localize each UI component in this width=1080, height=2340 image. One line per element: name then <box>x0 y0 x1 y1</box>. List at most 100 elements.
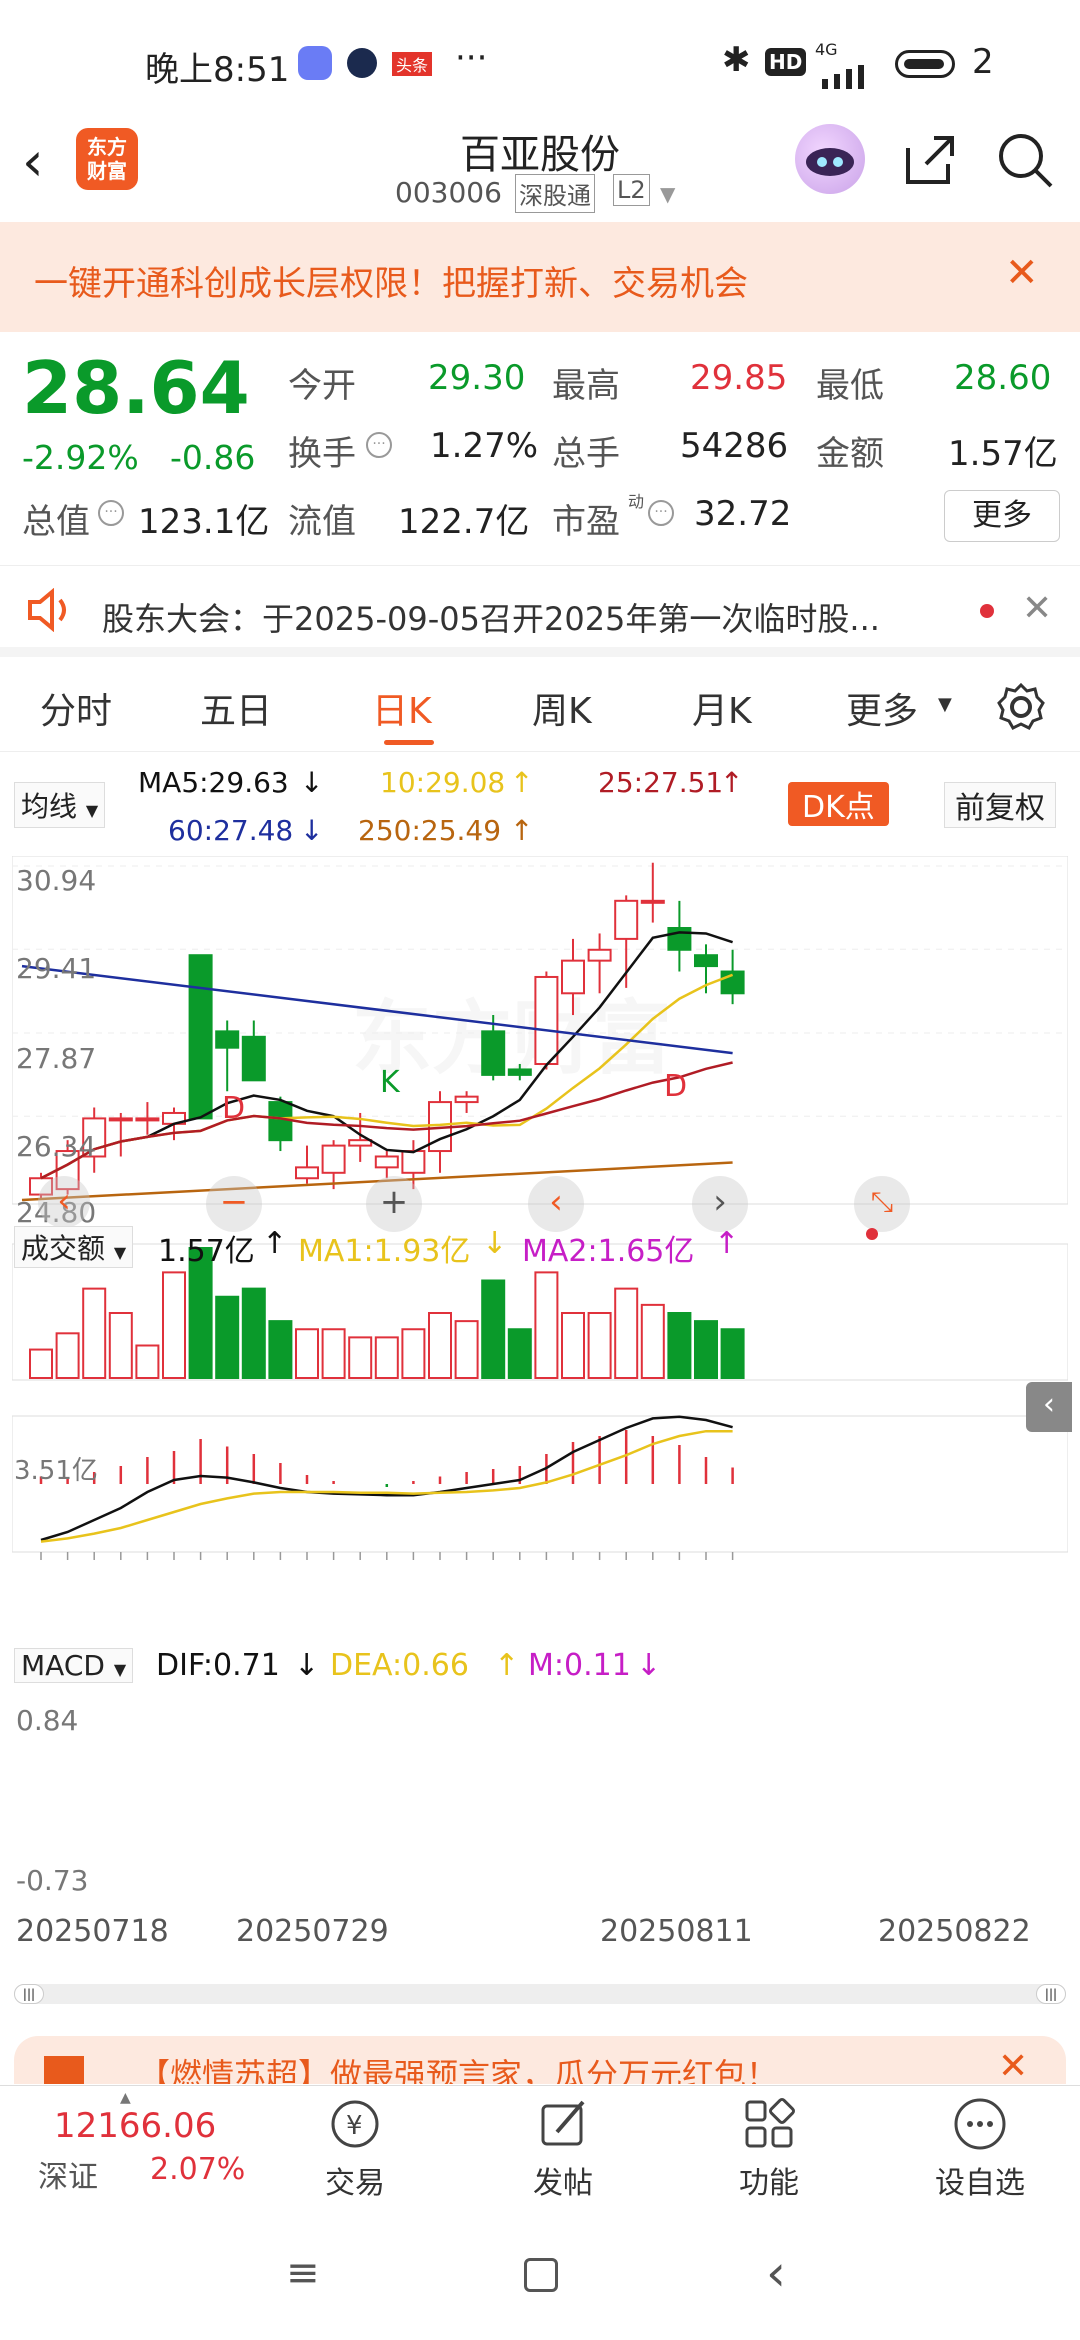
promo-text: 【燃情苏超】做最强预言家，瓜分万元红包！ <box>138 2056 779 2084</box>
volume-bar <box>295 1328 319 1379</box>
index-ticker[interactable]: ▲ 12166.06 深证 2.07% <box>0 2086 270 2211</box>
promo-strip[interactable]: 【燃情苏超】做最强预言家，瓜分万元红包！ ✕ <box>14 2036 1066 2084</box>
range-handle-left[interactable]: ||| <box>14 1984 44 2004</box>
y-tick: 30.94 <box>16 864 97 897</box>
status-time: 晚上8:51 <box>145 50 290 90</box>
candle-body <box>401 1150 426 1174</box>
candle-body <box>348 1139 373 1147</box>
range-handle-right[interactable]: ||| <box>1036 1984 1066 2004</box>
kline-chart-area: 均线 ▼ MA5:29.63 ↓ 10:29.08 ↑ 25:27.51 ↑ 6… <box>0 752 1080 2004</box>
volume-bar <box>29 1348 53 1379</box>
m-label: M:0.11 <box>528 1648 631 1683</box>
volume-selector[interactable]: 成交额 ▼ <box>14 1226 134 1268</box>
down-arrow-icon: ↓ <box>636 1648 662 1683</box>
pe-value: 32.72 <box>694 494 792 534</box>
close-icon[interactable]: ✕ <box>998 2046 1028 2084</box>
volume-bar <box>694 1320 718 1379</box>
up-arrow-icon: ↑ <box>262 1226 288 1261</box>
volume-bar <box>374 1336 399 1379</box>
nav-trade[interactable]: ¥ 交易 <box>300 2086 410 2211</box>
tab-intraday[interactable]: 分时 <box>40 682 112 734</box>
back-nav-icon[interactable]: ‹ <box>766 2244 786 2302</box>
scroll-left-icon[interactable]: ‹ <box>38 1176 90 1228</box>
nav-post-label: 发帖 <box>533 2166 593 2201</box>
close-icon[interactable]: ✕ <box>1005 250 1039 296</box>
turnover-value: 1.27% <box>430 426 539 466</box>
zoom-out-icon[interactable]: − <box>206 1176 262 1232</box>
gear-icon[interactable] <box>996 682 1046 736</box>
tab-daily-k[interactable]: 日K <box>372 682 432 734</box>
volume-bar <box>241 1287 266 1379</box>
up-arrow-icon: ↑ <box>720 766 744 799</box>
volume-bar <box>162 1271 186 1379</box>
dropdown-icon[interactable]: ▼ <box>660 182 675 206</box>
home-icon[interactable] <box>524 2258 558 2292</box>
close-icon[interactable]: ✕ <box>1022 588 1052 629</box>
nav-function-label: 功能 <box>739 2166 799 2201</box>
tab-monthly-k[interactable]: 月K <box>692 682 752 734</box>
market-cap-value: 123.1亿 <box>138 502 270 542</box>
menu-icon[interactable]: ≡ <box>286 2250 320 2296</box>
nav-post[interactable]: 发帖 <box>508 2086 618 2211</box>
app-notification-icon <box>298 46 332 80</box>
candle-body <box>614 899 639 940</box>
collapse-panel-icon[interactable]: ‹ <box>1026 1382 1072 1432</box>
stock-header: ‹ 东方 财富 百亚股份 003006 深股通 L2 ▼ <box>0 120 1080 220</box>
banner-text: 一键开通科创成长层权限！把握打新、交易机会 <box>34 264 748 304</box>
info-icon[interactable]: ··· <box>98 500 124 526</box>
info-icon[interactable]: ··· <box>366 432 392 458</box>
share-icon[interactable] <box>900 130 958 192</box>
candle-body <box>587 948 612 962</box>
d-marker: D <box>664 1069 687 1104</box>
market-cap-label: 总值 <box>22 502 90 542</box>
play-notification-icon <box>347 48 377 78</box>
tab-weekly-k[interactable]: 周K <box>532 682 592 734</box>
last-price: 28.64 <box>22 346 250 430</box>
volume-bar <box>614 1287 639 1379</box>
candle-body <box>321 1144 346 1174</box>
next-icon[interactable]: › <box>692 1176 748 1232</box>
up-arrow-icon: ↑ <box>510 766 534 799</box>
nav-watchlist[interactable]: 设自选 <box>920 2086 1040 2211</box>
search-icon[interactable] <box>995 130 1055 194</box>
candle-body <box>694 954 718 968</box>
volume-bar <box>481 1279 506 1379</box>
battery-level: 2 <box>972 42 994 82</box>
notice-bar[interactable]: 股东大会：于2025-09-05召开2025年第一次临时股... ✕ <box>0 565 1080 657</box>
notice-text: 股东大会：于2025-09-05召开2025年第一次临时股... <box>102 600 880 638</box>
dk-point-button[interactable]: DK点 <box>788 782 889 826</box>
open-label: 今开 <box>288 366 356 406</box>
more-button[interactable]: 更多 <box>944 490 1060 542</box>
pe-label: 市盈 <box>552 502 620 542</box>
ma-selector[interactable]: 均线 ▼ <box>14 782 106 828</box>
turnover-label: 换手 <box>288 434 356 474</box>
high-value: 29.85 <box>690 358 788 398</box>
network-type: 4G <box>815 40 838 59</box>
ma60-label: 60:27.48 <box>168 814 294 847</box>
date-label: 20250718 <box>16 1914 169 1949</box>
prev-icon[interactable]: ‹ <box>528 1176 584 1232</box>
date-label: 20250729 <box>236 1914 389 1949</box>
volume-bar <box>428 1312 452 1379</box>
exchange-badge: 深股通 <box>515 174 595 213</box>
bluetooth-icon: ✱ <box>722 40 751 80</box>
tab-five-day[interactable]: 五日 <box>200 682 272 734</box>
ma5-label: MA5:29.63 <box>138 766 289 799</box>
low-label: 最低 <box>816 366 884 406</box>
volume-value: 1.57亿 <box>158 1234 255 1269</box>
range-scrollbar[interactable]: ||| ||| <box>14 1984 1066 2004</box>
adjust-button[interactable]: 前复权 <box>944 782 1056 828</box>
info-icon[interactable]: ··· <box>648 500 674 526</box>
nav-function[interactable]: 功能 <box>714 2086 824 2211</box>
tab-more[interactable]: 更多 <box>846 682 918 734</box>
promo-banner[interactable]: 一键开通科创成长层权限！把握打新、交易机会 ✕ <box>0 222 1080 332</box>
change-pct: -2.92% <box>22 438 139 477</box>
down-arrow-icon: ↓ <box>482 1226 508 1261</box>
zoom-in-icon[interactable]: + <box>366 1176 422 1232</box>
macd-selector[interactable]: MACD ▼ <box>14 1648 134 1683</box>
dif-label: DIF:0.71 <box>156 1648 280 1683</box>
fullscreen-icon[interactable]: ⤡ <box>854 1176 910 1232</box>
vol-ma2-label: MA2:1.65亿 <box>522 1234 695 1269</box>
down-arrow-icon: ↓ <box>294 1648 320 1683</box>
ai-assistant-icon[interactable] <box>795 124 865 194</box>
